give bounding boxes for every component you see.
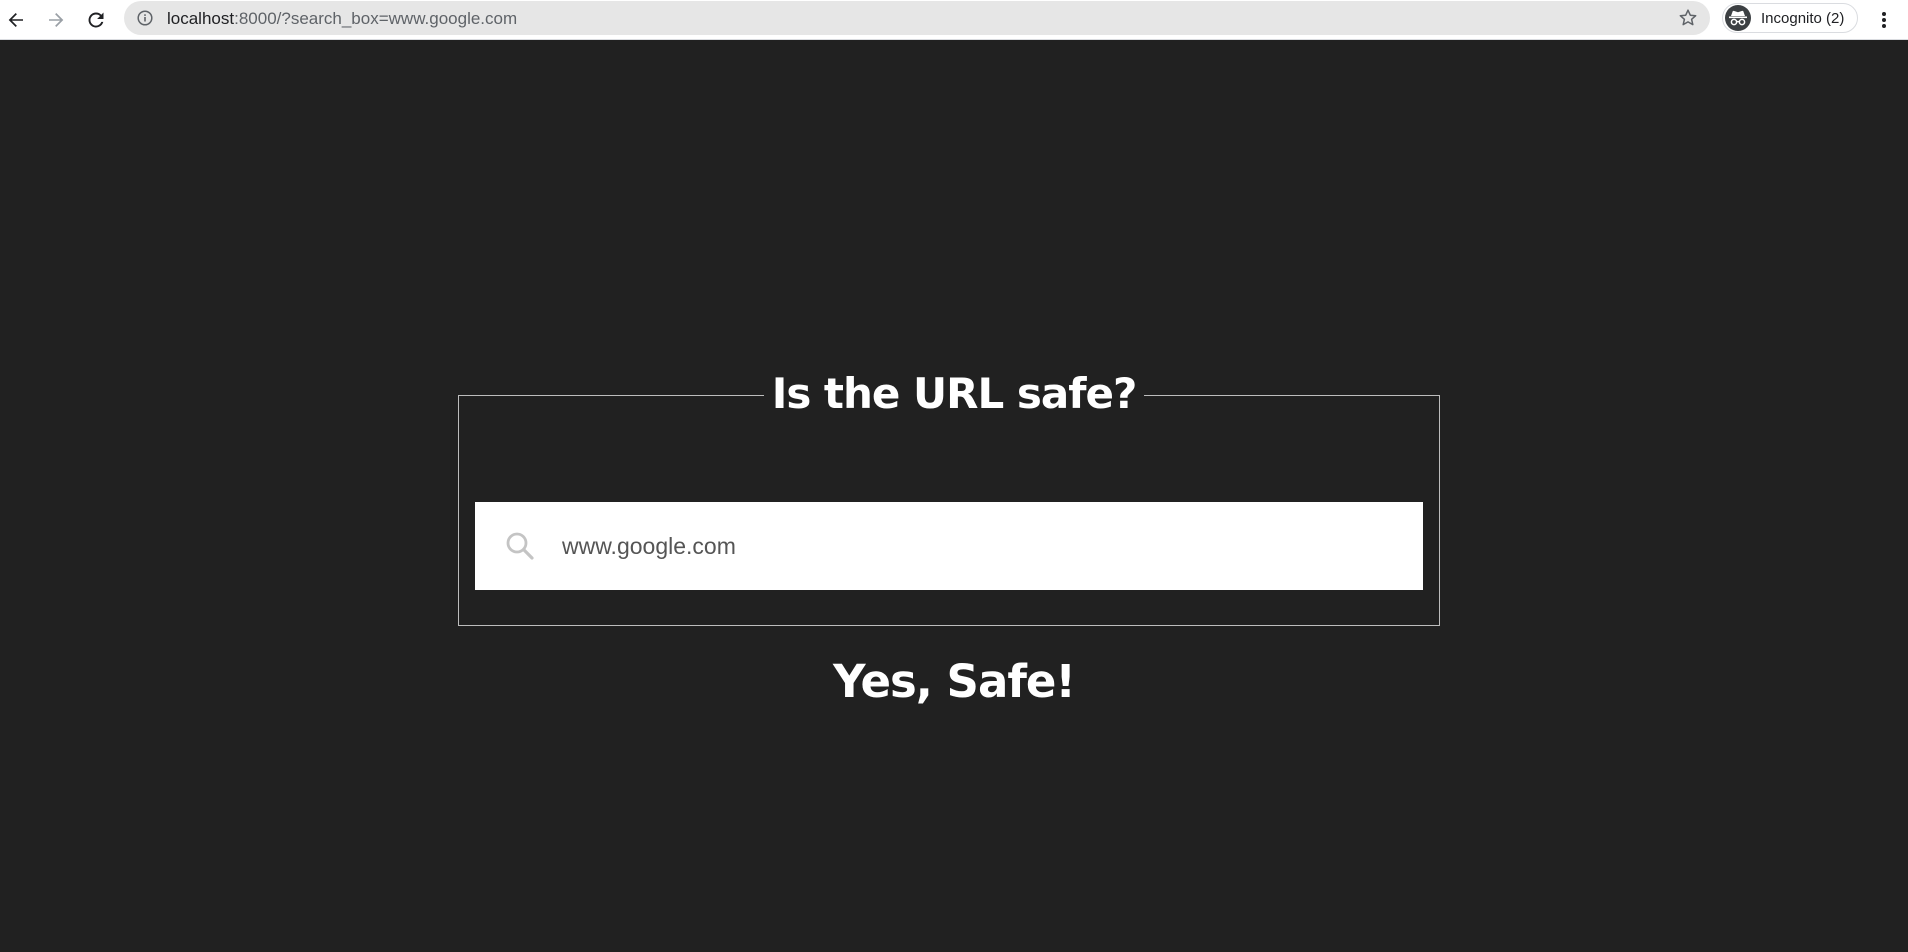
browser-toolbar: localhost:8000/?search_box=www.google.co…	[0, 0, 1908, 40]
search-box[interactable]	[475, 502, 1423, 590]
arrow-right-icon	[49, 13, 64, 27]
browser-menu-button[interactable]	[1870, 6, 1898, 34]
page-title-wrapper: Is the URL safe?	[0, 366, 1908, 422]
reload-icon	[88, 12, 104, 28]
profile-button[interactable]: Incognito (2)	[1722, 3, 1858, 33]
profile-label: Incognito (2)	[1761, 9, 1845, 27]
reload-button[interactable]	[82, 6, 110, 34]
url-path: :8000/?search_box=www.google.com	[234, 9, 518, 28]
back-button[interactable]	[2, 6, 30, 34]
safety-result: Yes, Safe!	[833, 655, 1076, 708]
forward-button[interactable]	[42, 6, 70, 34]
info-icon[interactable]	[137, 10, 153, 26]
url-search-input[interactable]	[562, 522, 1392, 570]
arrow-left-icon	[8, 13, 23, 27]
star-icon[interactable]	[1678, 8, 1698, 28]
url-host: localhost	[167, 9, 235, 28]
kebab-menu-icon	[1882, 12, 1886, 28]
address-bar[interactable]: localhost:8000/?search_box=www.google.co…	[124, 1, 1710, 35]
page-title: Is the URL safe?	[763, 366, 1145, 422]
url-text[interactable]: localhost:8000/?search_box=www.google.co…	[167, 9, 517, 29]
incognito-icon	[1725, 5, 1751, 31]
search-icon	[506, 532, 534, 560]
